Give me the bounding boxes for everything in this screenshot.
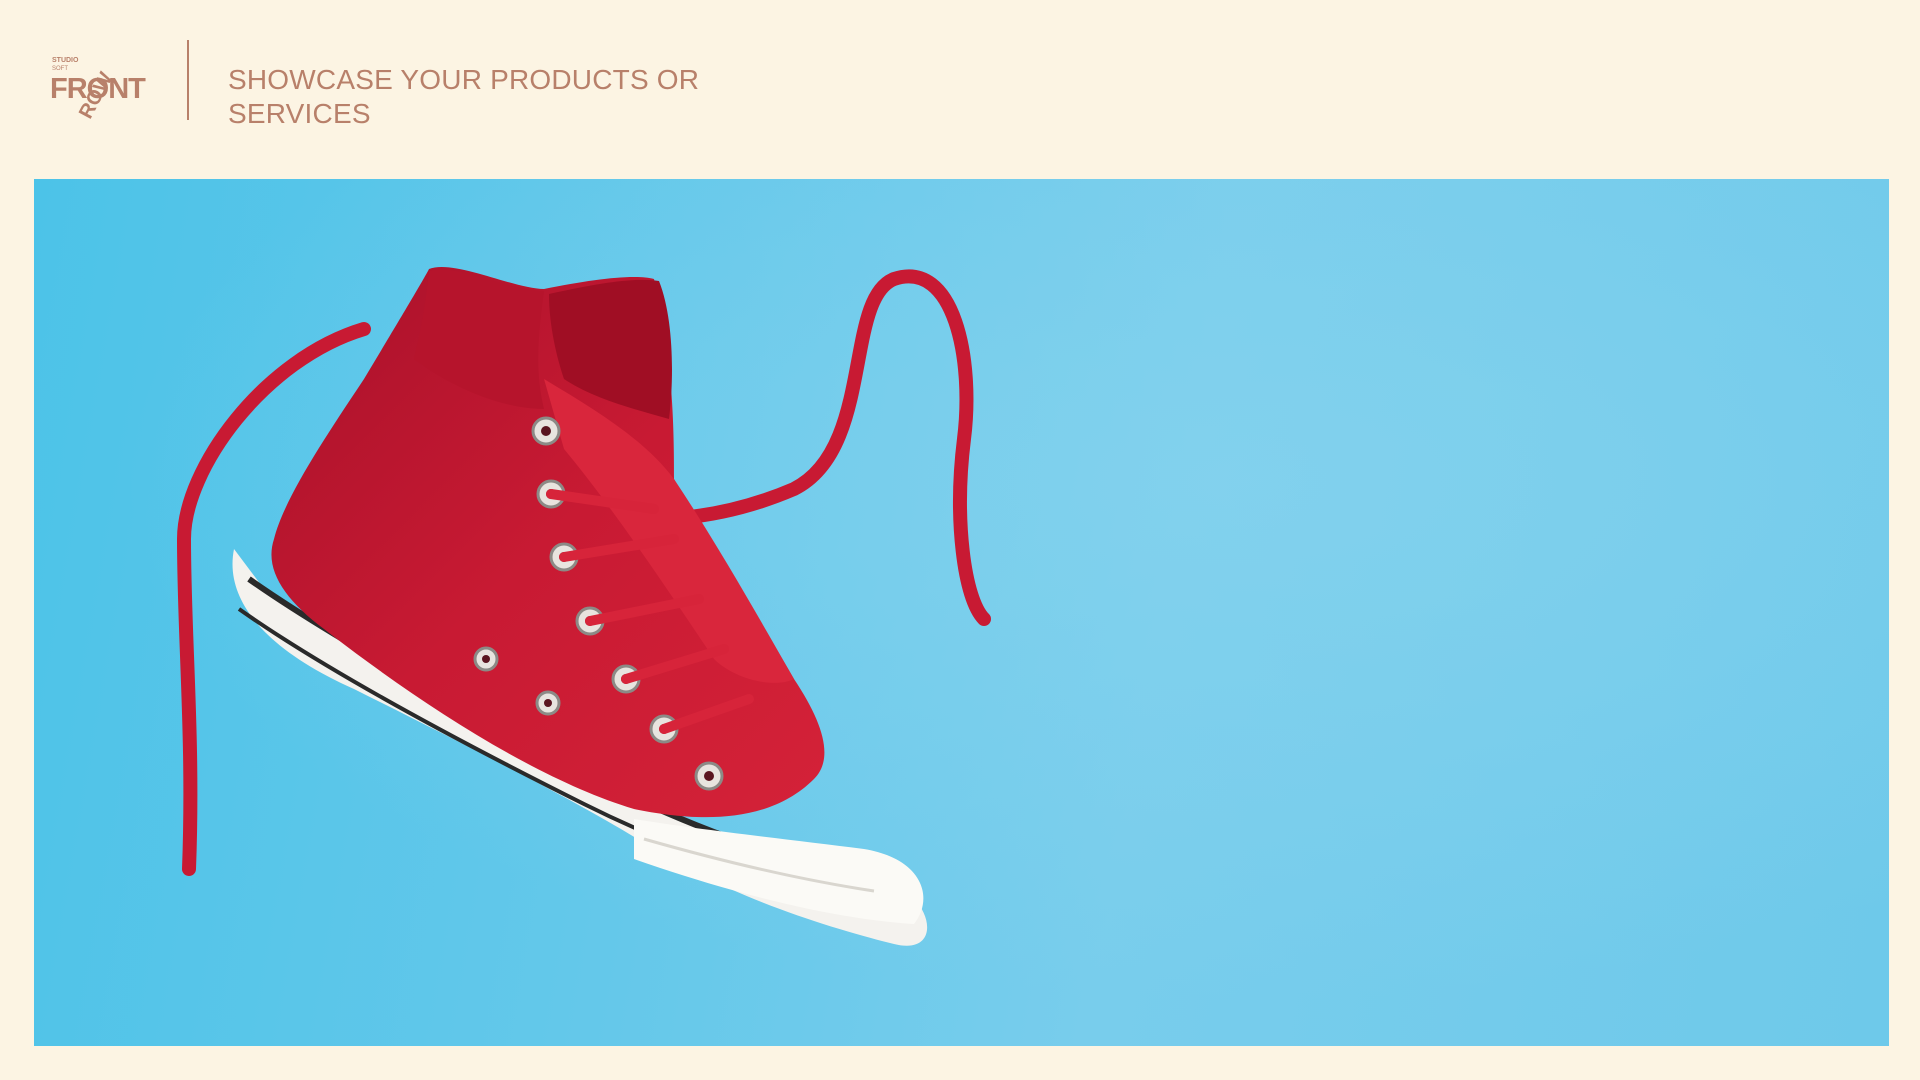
header-divider xyxy=(187,40,189,120)
slide: STUDIO SOFT FRONT ROW SHOWCASE YOUR PROD… xyxy=(0,0,1920,1080)
sneaker-image xyxy=(34,179,1889,1046)
product-photo xyxy=(34,179,1889,1046)
page-title: SHOWCASE YOUR PRODUCTS OR SERVICES xyxy=(228,64,700,129)
front-row-logo: STUDIO SOFT FRONT ROW xyxy=(50,40,160,122)
logo-studio-text: STUDIO xyxy=(52,57,79,64)
logo-soft-text: SOFT xyxy=(52,66,68,72)
